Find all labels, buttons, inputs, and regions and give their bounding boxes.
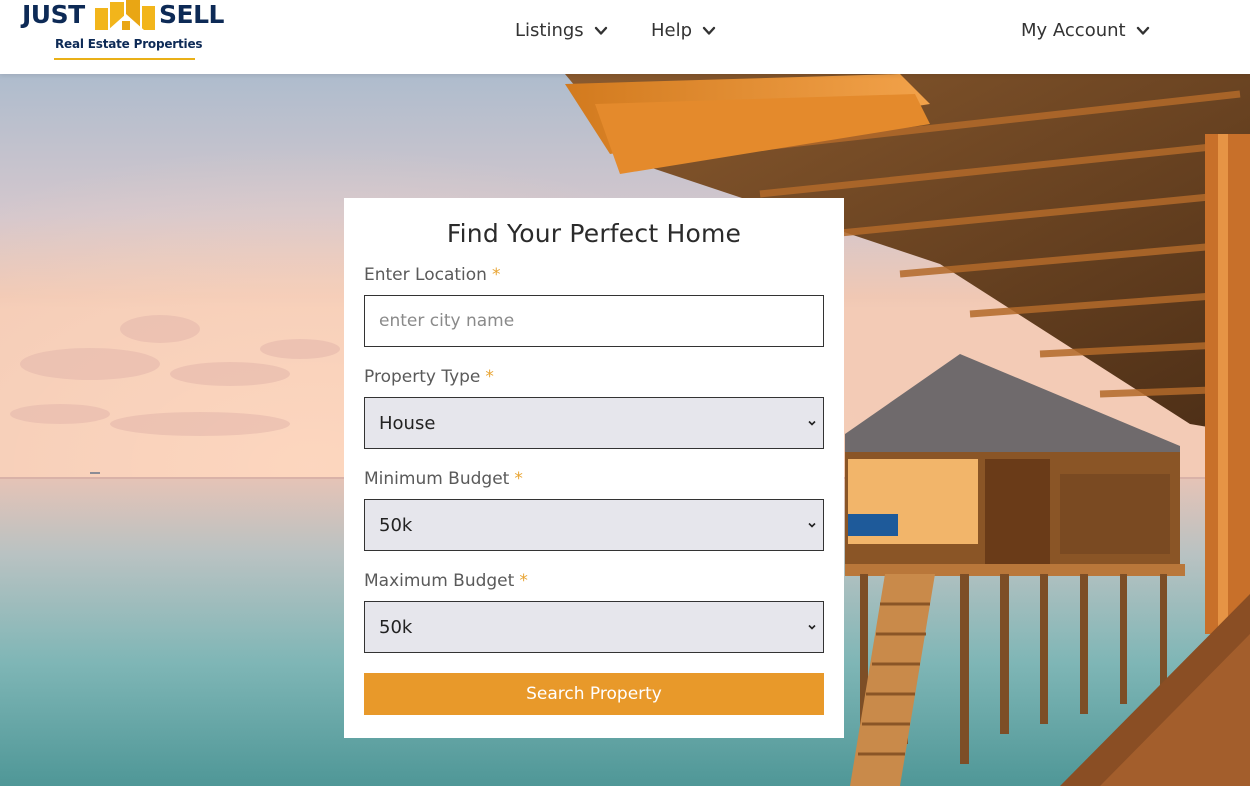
location-label: Enter Location * bbox=[364, 263, 824, 287]
max-budget-label: Maximum Budget * bbox=[364, 569, 824, 593]
required-mark: * bbox=[514, 469, 523, 489]
property-type-value: House bbox=[379, 412, 436, 434]
chevron-down-icon bbox=[594, 26, 607, 35]
min-budget-value: 50k bbox=[379, 514, 413, 536]
nav-listings[interactable]: Listings bbox=[515, 20, 608, 41]
logo-tagline: Real Estate Properties bbox=[55, 37, 203, 51]
property-type-label: Property Type * bbox=[364, 365, 824, 389]
nav-help[interactable]: Help bbox=[651, 20, 716, 41]
logo-underline bbox=[54, 58, 195, 60]
site-header: JUST SELL Real Estate Properties Listing… bbox=[0, 0, 1250, 74]
chevron-down-icon bbox=[1136, 26, 1149, 35]
chevron-down-icon bbox=[808, 522, 816, 528]
property-type-select[interactable]: House bbox=[364, 397, 824, 449]
required-mark: * bbox=[519, 571, 528, 591]
search-property-button[interactable]: Search Property bbox=[364, 673, 824, 715]
search-form-card: Find Your Perfect Home Enter Location* P… bbox=[344, 198, 844, 738]
min-budget-label-text: Minimum Budget bbox=[364, 469, 510, 489]
max-budget-value: 50k bbox=[379, 616, 413, 638]
chevron-down-icon bbox=[808, 420, 816, 426]
max-budget-select[interactable]: 50k bbox=[364, 601, 824, 653]
min-budget-label: Minimum Budget * bbox=[364, 467, 824, 491]
chevron-down-icon bbox=[808, 624, 816, 630]
logo-text-sell: SELL bbox=[159, 0, 224, 29]
location-input[interactable] bbox=[364, 295, 824, 347]
location-label-text: Enter Location bbox=[364, 265, 487, 285]
property-type-label-text: Property Type bbox=[364, 367, 481, 387]
chevron-down-icon bbox=[702, 26, 716, 35]
nav-listings-label: Listings bbox=[515, 20, 584, 41]
logo-text-just: JUST bbox=[22, 0, 85, 29]
nav-help-label: Help bbox=[651, 20, 693, 41]
required-mark: * bbox=[491, 265, 501, 285]
max-budget-label-text: Maximum Budget bbox=[364, 571, 515, 591]
min-budget-select[interactable]: 50k bbox=[364, 499, 824, 551]
nav-my-account[interactable]: My Account bbox=[1021, 20, 1150, 41]
logo-buildings-icon bbox=[95, 0, 155, 30]
nav-my-account-label: My Account bbox=[1021, 20, 1126, 41]
required-mark: * bbox=[485, 367, 494, 387]
form-title: Find Your Perfect Home bbox=[446, 219, 742, 248]
brand-logo[interactable]: JUST SELL Real Estate Properties bbox=[22, 0, 227, 64]
